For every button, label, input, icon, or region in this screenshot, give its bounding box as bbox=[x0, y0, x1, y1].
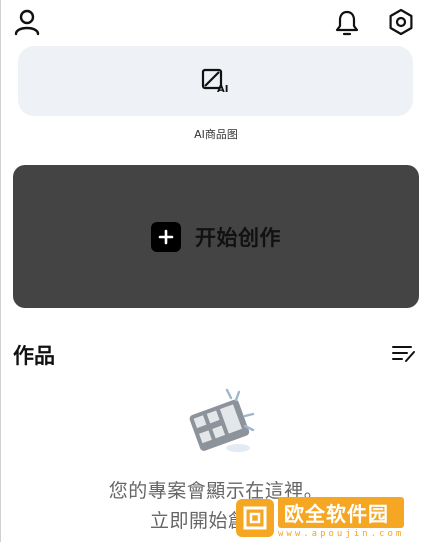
sort-edit-icon bbox=[392, 346, 415, 362]
watermark: 欧全软件园 www.apoujin.com bbox=[236, 494, 432, 542]
works-section-title: 作品 bbox=[13, 344, 55, 368]
watermark-text: 欧全软件园 bbox=[278, 497, 405, 528]
settings-button[interactable] bbox=[385, 6, 417, 38]
profile-button[interactable] bbox=[11, 6, 43, 38]
sort-edit-button[interactable] bbox=[390, 342, 418, 366]
start-create-label: 开始创作 bbox=[195, 225, 281, 250]
ai-image-icon: AI bbox=[201, 68, 228, 94]
user-icon bbox=[14, 9, 40, 36]
ai-icon-badge: AI bbox=[217, 84, 228, 94]
plus-icon bbox=[151, 221, 181, 252]
start-create-button[interactable]: 开始创作 bbox=[13, 165, 419, 308]
watermark-url: www.apoujin.com bbox=[278, 529, 405, 539]
watermark-logo bbox=[236, 499, 274, 537]
left-edge-divider bbox=[0, 0, 1, 542]
notifications-button[interactable] bbox=[331, 6, 363, 38]
bell-icon bbox=[335, 10, 359, 36]
gear-icon bbox=[389, 8, 413, 36]
top-bar bbox=[0, 0, 432, 46]
ai-product-image-label: AI商品图 bbox=[194, 128, 238, 141]
film-icon bbox=[189, 388, 255, 452]
ai-product-image-card[interactable]: AI bbox=[18, 46, 413, 116]
